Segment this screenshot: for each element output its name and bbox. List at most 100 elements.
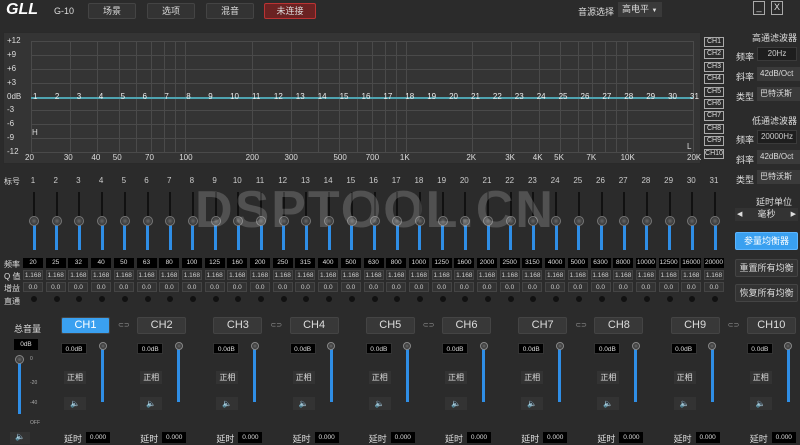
eq-point[interactable]: 6: [143, 92, 147, 101]
speaker-icon[interactable]: 🔈: [445, 397, 467, 410]
band-q-input[interactable]: 1.168: [658, 270, 679, 280]
eq-point[interactable]: 3: [77, 92, 81, 101]
band-q-input[interactable]: 1.168: [522, 270, 543, 280]
band-gain-input[interactable]: 0.0: [613, 282, 634, 292]
band-q-input[interactable]: 1.168: [227, 270, 248, 280]
band-bypass-toggle[interactable]: [643, 296, 650, 302]
band-freq-input[interactable]: 250: [272, 258, 293, 268]
channel-tag-8[interactable]: CH8: [704, 123, 724, 134]
band-bypass-toggle[interactable]: [167, 296, 174, 302]
channel-phase-button[interactable]: 正相: [64, 371, 86, 384]
band-bypass-toggle[interactable]: [394, 296, 401, 302]
reset-all-eq-button[interactable]: 重置所有均衡: [735, 259, 798, 277]
channel-phase-button[interactable]: 正相: [216, 371, 239, 384]
channel-tag-6[interactable]: CH6: [704, 99, 724, 109]
band-freq-input[interactable]: 63: [136, 258, 157, 268]
band-gain-input[interactable]: 0.0: [522, 282, 543, 292]
band-slider-knob[interactable]: [74, 216, 85, 226]
speaker-icon[interactable]: 🔈: [216, 397, 239, 410]
channel-phase-button[interactable]: 正相: [368, 371, 391, 384]
channel-tag-3[interactable]: CH3: [704, 61, 724, 72]
speaker-icon[interactable]: 🔈: [140, 397, 163, 410]
band-bypass-toggle[interactable]: [666, 296, 673, 302]
channel-volume-slider[interactable]: [558, 346, 562, 402]
eq-point[interactable]: 9: [208, 92, 212, 101]
band-gain-input[interactable]: 0.0: [159, 282, 180, 292]
band-gain-input[interactable]: 0.0: [204, 282, 225, 292]
band-freq-input[interactable]: 1250: [431, 258, 452, 268]
channel-delay-input[interactable]: 0.000: [314, 432, 339, 443]
hp-slope-select[interactable]: 42dB/Oct: [757, 67, 800, 81]
band-freq-input[interactable]: 12500: [658, 258, 679, 268]
band-freq-input[interactable]: 8000: [613, 258, 634, 268]
band-freq-input[interactable]: 630: [363, 258, 384, 268]
speaker-icon[interactable]: 🔈: [292, 397, 315, 410]
band-q-input[interactable]: 1.168: [45, 270, 66, 280]
band-q-input[interactable]: 1.168: [272, 270, 293, 280]
band-bypass-toggle[interactable]: [53, 296, 60, 302]
channel-volume-slider[interactable]: [786, 346, 790, 402]
band-slider-knob[interactable]: [664, 216, 675, 226]
band-q-input[interactable]: 1.168: [454, 270, 475, 280]
eq-point[interactable]: 4: [99, 92, 103, 101]
band-gain-input[interactable]: 0.0: [454, 282, 475, 292]
band-gain-input[interactable]: 0.0: [499, 282, 520, 292]
minimize-button[interactable]: _: [753, 1, 765, 15]
lp-type-select[interactable]: 巴特沃斯: [757, 170, 800, 184]
channel-phase-button[interactable]: 正相: [292, 371, 315, 384]
band-bypass-toggle[interactable]: [189, 296, 196, 302]
band-slider-knob[interactable]: [119, 216, 130, 226]
channel-button-ch6[interactable]: CH6: [442, 317, 491, 334]
eq-point[interactable]: 18: [405, 92, 414, 101]
band-gain-input[interactable]: 0.0: [181, 282, 202, 292]
band-slider-knob[interactable]: [165, 216, 176, 226]
band-q-input[interactable]: 1.168: [477, 270, 497, 280]
eq-point[interactable]: 28: [624, 92, 633, 101]
master-volume-knob[interactable]: [15, 355, 24, 364]
band-bypass-toggle[interactable]: [144, 296, 151, 302]
band-gain-input[interactable]: 0.0: [363, 282, 384, 292]
band-gain-input[interactable]: 0.0: [431, 282, 452, 292]
channel-volume-slider[interactable]: [177, 346, 181, 402]
channel-delay-input[interactable]: 0.000: [543, 432, 568, 443]
band-gain-input[interactable]: 0.0: [567, 282, 588, 292]
band-bypass-toggle[interactable]: [575, 296, 582, 302]
band-q-input[interactable]: 1.168: [159, 270, 180, 280]
tab-options[interactable]: 选项: [147, 3, 195, 19]
band-bypass-toggle[interactable]: [371, 296, 378, 302]
speaker-icon[interactable]: 🔈: [749, 397, 772, 410]
band-bypass-toggle[interactable]: [235, 296, 242, 302]
eq-point[interactable]: 12: [274, 92, 283, 101]
band-bypass-toggle[interactable]: [598, 296, 605, 302]
band-bypass-toggle[interactable]: [416, 296, 423, 302]
channel-volume-knob[interactable]: [98, 342, 107, 350]
connect-button[interactable]: 未连接: [264, 3, 316, 19]
band-slider-knob[interactable]: [29, 216, 39, 226]
band-q-input[interactable]: 1.168: [250, 270, 270, 280]
band-q-input[interactable]: 1.168: [204, 270, 225, 280]
band-bypass-toggle[interactable]: [280, 296, 287, 302]
eq-point[interactable]: 25: [559, 92, 568, 101]
channel-tag-2[interactable]: CH2: [704, 49, 724, 60]
band-freq-input[interactable]: 125: [204, 258, 225, 268]
eq-point[interactable]: 31: [690, 92, 699, 101]
eq-point[interactable]: 13: [296, 92, 305, 101]
channel-delay-input[interactable]: 0.000: [619, 432, 644, 443]
close-button[interactable]: X: [771, 1, 783, 15]
eq-point[interactable]: 26: [581, 92, 590, 101]
speaker-icon[interactable]: 🔈: [521, 397, 544, 410]
band-freq-input[interactable]: 1000: [408, 258, 429, 268]
band-q-input[interactable]: 1.168: [386, 270, 407, 280]
band-freq-input[interactable]: 400: [318, 258, 339, 268]
link-icon[interactable]: ⊂⊃: [270, 321, 282, 329]
eq-point[interactable]: 17: [383, 92, 392, 101]
band-freq-input[interactable]: 16000: [681, 258, 702, 268]
link-icon[interactable]: ⊂⊃: [423, 321, 435, 329]
band-gain-input[interactable]: 0.0: [477, 282, 497, 292]
eq-point[interactable]: 5: [121, 92, 125, 101]
band-q-input[interactable]: 1.168: [181, 270, 202, 280]
band-freq-input[interactable]: 2000: [477, 258, 497, 268]
band-q-input[interactable]: 1.168: [91, 270, 112, 280]
band-gain-input[interactable]: 0.0: [658, 282, 679, 292]
band-slider-knob[interactable]: [51, 216, 62, 226]
